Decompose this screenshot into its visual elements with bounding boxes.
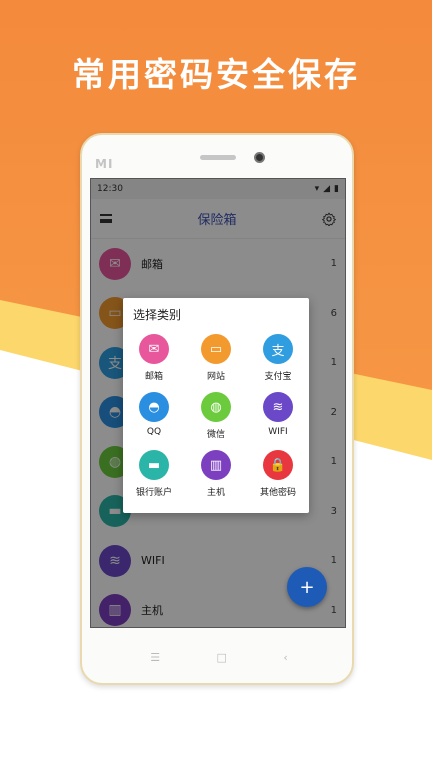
wechat-icon: ◍	[201, 392, 231, 422]
phone-brand-logo: MI	[95, 157, 114, 171]
category-option[interactable]: 支支付宝	[247, 334, 309, 392]
qq-icon: ◓	[139, 392, 169, 422]
category-label: QQ	[146, 427, 162, 437]
select-category-dialog: 选择类别 ✉ 邮箱 ▭ 网站 支支付宝 ◓ QQ ◍ 微信 ≋ WIFI ▬ 银行账户 ▥ 主机 🔒 其他密码	[123, 298, 309, 513]
promo-headline: 常用密码安全保存	[72, 55, 360, 94]
category-label: 支付宝	[264, 372, 292, 382]
category-option[interactable]: ≋ WIFI	[247, 392, 309, 450]
category-label: 网站	[206, 372, 225, 382]
category-label: 主机	[206, 488, 225, 498]
add-fab-button[interactable]: +	[287, 567, 327, 607]
phone-camera	[254, 152, 265, 163]
category-option[interactable]: ▭ 网站	[185, 334, 247, 392]
category-grid: ✉ 邮箱 ▭ 网站 支支付宝 ◓ QQ ◍ 微信 ≋ WIFI ▬ 银行账户 ▥ 主机 🔒 其他密码	[123, 334, 309, 508]
mail-icon: ✉	[139, 334, 169, 364]
category-option[interactable]: ▬ 银行账户	[123, 450, 185, 508]
phone-speaker	[200, 155, 236, 160]
phone-nav-bar: ☰ □ ‹	[82, 635, 356, 679]
category-option[interactable]: ◓ QQ	[123, 392, 185, 450]
category-option[interactable]: ▥ 主机	[185, 450, 247, 508]
home-nav-icon[interactable]: □	[217, 651, 227, 664]
wifi-router-icon: ≋	[263, 392, 293, 422]
category-option[interactable]: 🔒 其他密码	[247, 450, 309, 508]
category-label: 微信	[206, 430, 225, 440]
category-label: 邮箱	[144, 372, 163, 382]
lock-icon: 🔒	[263, 450, 293, 480]
server-icon: ▥	[201, 450, 231, 480]
monitor-icon: ▭	[201, 334, 231, 364]
category-label: WIFI	[268, 427, 288, 437]
menu-nav-icon[interactable]: ☰	[150, 651, 160, 664]
card-icon: ▬	[139, 450, 169, 480]
category-option[interactable]: ◍ 微信	[185, 392, 247, 450]
category-label: 其他密码	[259, 488, 296, 498]
dialog-title: 选择类别	[133, 308, 182, 322]
alipay-icon: 支	[263, 334, 293, 364]
category-label: 银行账户	[135, 488, 172, 498]
category-option[interactable]: ✉ 邮箱	[123, 334, 185, 392]
back-nav-icon[interactable]: ‹	[283, 651, 287, 664]
